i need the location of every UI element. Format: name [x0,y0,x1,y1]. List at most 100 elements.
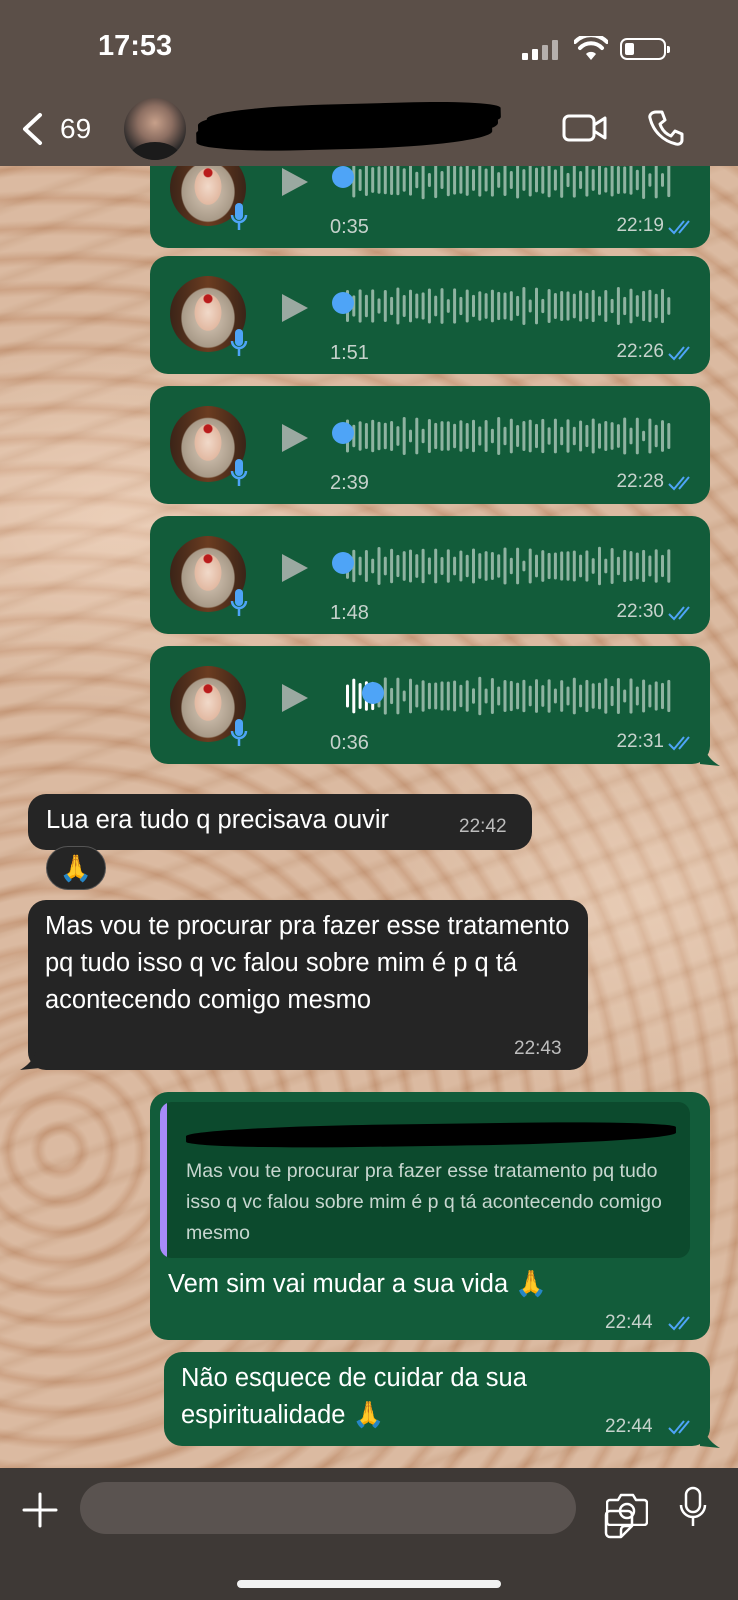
audio-waveform[interactable] [342,284,672,328]
waveform-bar [541,418,545,454]
waveform-bar [616,286,620,326]
waveform-bar [566,419,570,453]
playback-position-dot[interactable] [362,682,384,704]
play-icon[interactable] [282,168,308,196]
phone-call-icon[interactable] [648,110,684,146]
voice-message[interactable]: 1:51 22:26 [150,256,710,374]
waveform-bar [503,680,507,712]
waveform-bar [598,546,601,586]
bubble-tail [20,1050,40,1070]
plus-icon[interactable] [22,1492,58,1528]
waveform-bar [371,167,375,193]
play-icon[interactable] [282,424,308,452]
waveform-bar [654,681,658,711]
playback-position-dot[interactable] [332,422,354,444]
play-icon[interactable] [282,294,308,322]
waveform-bar [667,166,671,198]
waveform-bar [402,690,406,702]
waveform-bar [503,292,507,320]
waveform-bar [635,686,639,706]
voice-duration: 1:51 [330,342,369,364]
waveform-bar [364,166,368,196]
waveform-bar [427,682,431,710]
waveform-bar [616,556,620,576]
waveform-bar [490,551,494,581]
waveform-bar [572,293,576,319]
waveform-bar [421,428,425,444]
microphone-icon [230,719,248,746]
waveform-bar [358,682,362,710]
play-icon[interactable] [282,684,308,712]
waveform-bar [459,684,463,708]
waveform-bar [472,688,475,704]
waveform-bar [553,169,557,191]
voice-message[interactable]: 0:36 22:31 [150,646,710,764]
incoming-message[interactable]: Mas vou te procurar pra fazer esse trata… [28,900,588,1070]
waveform-bar [516,682,520,710]
waveform-bar [642,290,646,322]
waveform-bar [591,169,595,191]
bubble-tail [700,746,720,766]
video-call-icon[interactable] [562,112,608,144]
quoted-message[interactable]: Mas vou te procurar pra fazer esse trata… [160,1102,690,1258]
redacted-quote-author [185,1120,677,1150]
voice-message[interactable]: 2:39 22:28 [150,386,710,504]
waveform-bar [497,172,501,188]
waveform-bar [661,173,664,187]
waveform-bar [415,171,419,189]
message-text: Lua era tudo q precisava ouvir [46,806,390,834]
microphone-icon [230,329,248,356]
voice-message[interactable]: 1:48 22:30 [150,516,710,634]
message-time: 22:31 [616,731,664,752]
waveform-bar [453,423,457,449]
camera-icon[interactable] [606,1492,648,1526]
waveform-bar [409,166,412,196]
waveform-bar [383,422,387,450]
reaction-badge[interactable]: 🙏 [46,846,106,890]
audio-waveform[interactable] [342,674,672,718]
waveform-bar [522,287,526,325]
audio-waveform[interactable] [342,166,672,202]
contact-avatar[interactable] [124,98,186,160]
waveform-bar [396,287,400,325]
message-time: 22:44 [605,1416,653,1437]
waveform-bar [402,551,406,581]
message-list[interactable]: 0:35 22:19 1:51 22:26 2:39 22:28 1:48 22… [0,166,738,1468]
waveform-bar [446,421,450,451]
redacted-contact-name[interactable] [197,103,499,147]
playback-position-dot[interactable] [332,292,354,314]
microphone-icon [230,203,248,230]
waveform-bar [635,417,639,455]
waveform-bar [371,289,375,323]
outgoing-message[interactable]: Não esquece de cuidar da sua espirituali… [164,1352,710,1446]
unread-count[interactable]: 69 [60,113,91,145]
bubble-tail [700,1428,720,1448]
incoming-message[interactable]: Lua era tudo q precisava ouvir 22:42 [28,794,532,850]
microphone-icon [230,589,248,616]
microphone-icon[interactable] [678,1486,708,1528]
waveform-bar [654,424,658,448]
waveform-bar [547,552,551,580]
message-input[interactable] [80,1482,634,1539]
play-icon[interactable] [282,554,308,582]
voice-message[interactable]: 0:35 22:19 [150,166,710,248]
message-text: Não esquece de cuidar da sua espirituali… [181,1364,527,1429]
waveform-bar [371,419,375,453]
waveform-bar [509,171,513,189]
waveform-bar [465,422,469,450]
waveform-bar [377,421,381,451]
waveform-bar [358,168,362,192]
waveform-bar [516,166,520,199]
playback-position-dot[interactable] [332,166,354,188]
waveform-bar [535,679,538,713]
playback-position-dot[interactable] [332,552,354,574]
waveform-bar [490,166,494,197]
waveform-bar [484,551,488,581]
waveform-bar [585,424,589,448]
back-chevron-icon[interactable] [20,112,44,146]
waveform-bar [528,419,532,453]
waveform-bar [390,296,394,316]
outgoing-reply-message[interactable]: Mas vou te procurar pra fazer esse trata… [150,1092,710,1340]
audio-waveform[interactable] [342,544,672,588]
audio-waveform[interactable] [342,414,672,458]
